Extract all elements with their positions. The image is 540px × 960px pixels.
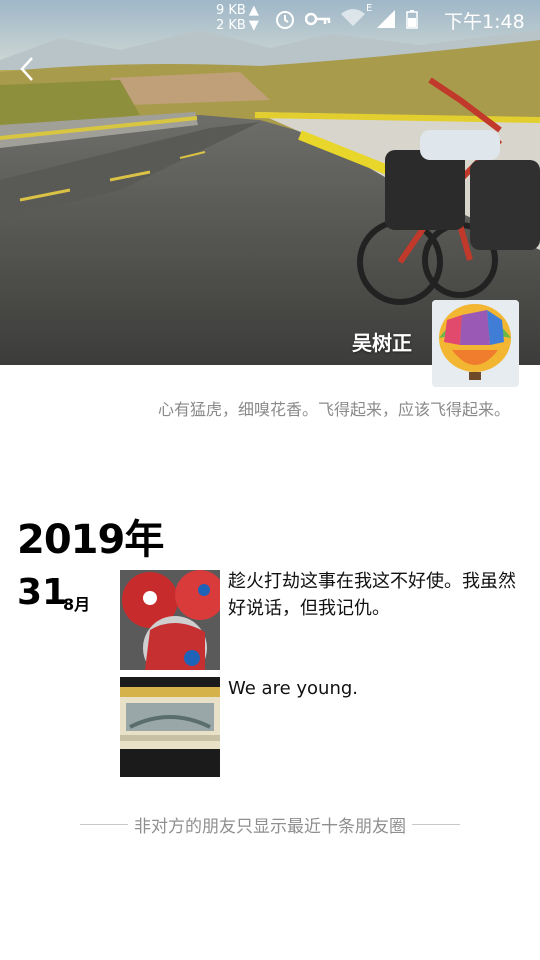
post-text: We are young. xyxy=(228,678,358,699)
vpn-key-icon xyxy=(305,12,331,26)
back-button[interactable] xyxy=(14,54,40,84)
year-heading: 2019年 xyxy=(17,517,164,563)
avatar[interactable] xyxy=(432,300,519,387)
alarm-icon xyxy=(276,11,294,29)
divider xyxy=(80,824,128,825)
download-arrow-icon: ▼ xyxy=(248,18,259,33)
wifi-icon xyxy=(341,9,365,26)
post-thumbnail[interactable] xyxy=(120,677,220,777)
post-thumbnail[interactable] xyxy=(120,570,220,670)
clock: 下午1:48 xyxy=(444,11,525,33)
upload-arrow-icon: ▲ xyxy=(248,3,259,18)
soccer-ball-image xyxy=(120,570,220,670)
mobile-signal-icon xyxy=(377,10,395,28)
friends-limit-notice: 非对方的朋友只显示最近十条朋友圈 xyxy=(80,812,460,837)
divider xyxy=(412,824,460,825)
hot-air-balloon-image xyxy=(432,300,519,387)
upload-speed: 9 KB xyxy=(216,3,246,18)
download-speed: 2 KB xyxy=(216,18,246,33)
chevron-left-icon xyxy=(20,57,33,81)
battery-icon xyxy=(406,10,418,29)
post-text: 趁火打劫这事在我这不好使。我虽然好说话，但我记仇。 xyxy=(228,571,516,619)
notice-text: 非对方的朋友只显示最近十条朋友圈 xyxy=(134,817,406,837)
status-icons: E xyxy=(274,3,418,31)
network-type: E xyxy=(366,3,373,14)
ticket-image xyxy=(120,677,220,777)
day-label: 31 xyxy=(17,572,68,613)
month-label: 8月 xyxy=(63,595,91,614)
signature: 心有猛虎，细嗅花香。飞得起来，应该飞得起来。 xyxy=(157,400,510,419)
status-bar: 9 KB ▲ 2 KB ▼ E 下午1:48 xyxy=(0,0,540,36)
network-speed: 9 KB ▲ 2 KB ▼ xyxy=(216,3,259,33)
profile-name[interactable]: 吴树正 xyxy=(352,327,412,356)
